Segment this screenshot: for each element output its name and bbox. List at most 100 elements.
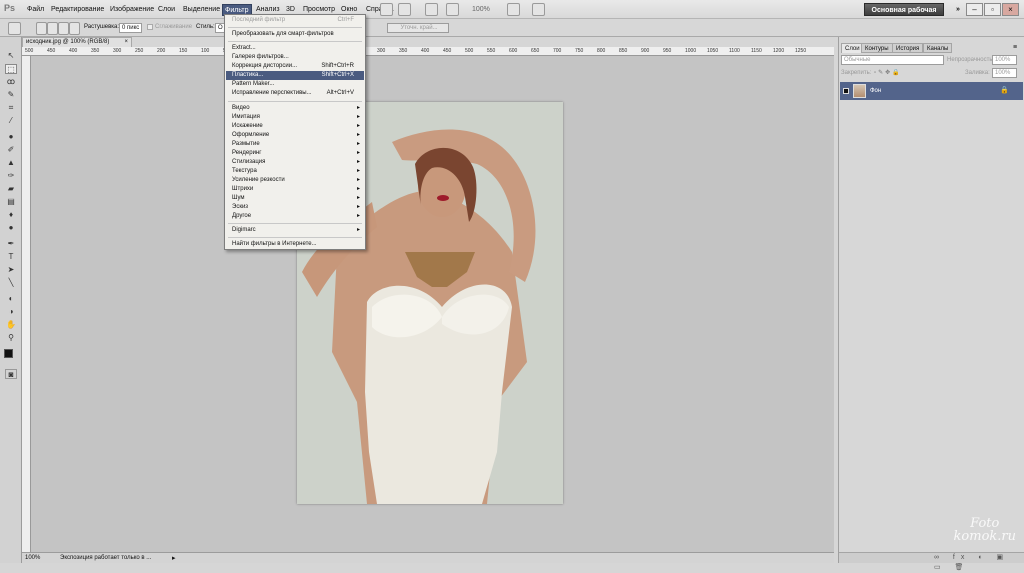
menu-item-blur[interactable]: Размытие ▸ bbox=[226, 140, 364, 149]
minimize-icon[interactable]: – bbox=[966, 3, 983, 16]
extras-icon[interactable] bbox=[425, 3, 438, 16]
menu-layers[interactable]: Слои bbox=[156, 4, 177, 16]
menu-item-render[interactable]: Рендеринг ▸ bbox=[226, 149, 364, 158]
status-bar: 100% Экспозиция работает только в ... ▸ bbox=[22, 552, 834, 563]
menu-item-video[interactable]: Видео ▸ bbox=[226, 104, 364, 113]
layer-row-background[interactable]: Фон 🔒 bbox=[840, 82, 1023, 100]
menu-item-sharpen[interactable]: Усиление резкости ▸ bbox=[226, 176, 364, 185]
dodge-tool-icon[interactable]: ● bbox=[5, 223, 17, 233]
restore-icon[interactable]: ▫ bbox=[984, 3, 1001, 16]
crop-tool-icon[interactable]: ⌗ bbox=[5, 103, 17, 113]
bridge-icon[interactable] bbox=[380, 3, 393, 16]
visibility-eye-icon[interactable] bbox=[843, 88, 849, 94]
ruler-mark: 1150 bbox=[751, 48, 762, 54]
menu-item-digimarc[interactable]: Digimarc ▸ bbox=[226, 226, 364, 235]
tab-history[interactable]: История bbox=[892, 43, 924, 53]
menu-select[interactable]: Выделение bbox=[181, 4, 222, 16]
foreground-color-swatch[interactable] bbox=[4, 349, 13, 358]
refine-edge-button[interactable]: Уточн. край... bbox=[387, 23, 449, 33]
tab-channels[interactable]: Каналы bbox=[923, 43, 953, 53]
lasso-tool-icon[interactable]: ꝏ bbox=[5, 77, 17, 87]
gradient-tool-icon[interactable]: ▤ bbox=[5, 197, 17, 207]
pen-tool-icon[interactable]: ✒ bbox=[5, 239, 17, 249]
menu-item-vanishing-point[interactable]: Исправление перспективы... Alt+Ctrl+V bbox=[226, 89, 364, 98]
menu-item-lens-correction[interactable]: Коррекция дисторсии... Shift+Ctrl+R bbox=[226, 62, 364, 71]
brush-tool-icon[interactable]: ✐ bbox=[5, 145, 17, 155]
healing-brush-tool-icon[interactable]: ● bbox=[5, 132, 17, 142]
quick-selection-tool-icon[interactable]: ✎ bbox=[5, 90, 17, 100]
arrange-icon[interactable] bbox=[446, 3, 459, 16]
eraser-tool-icon[interactable]: ▰ bbox=[5, 184, 17, 194]
add-selection-icon[interactable] bbox=[47, 22, 58, 35]
ruler-mark: 450 bbox=[443, 48, 452, 54]
quick-mask-icon[interactable]: ◙ bbox=[5, 369, 17, 379]
layer-name[interactable]: Фон bbox=[870, 82, 881, 100]
ruler-mark: 950 bbox=[663, 48, 672, 54]
new-selection-icon[interactable] bbox=[36, 22, 47, 35]
more-workspaces-icon[interactable]: » bbox=[954, 4, 962, 16]
3d-rotate-tool-icon[interactable]: ◐ bbox=[5, 294, 17, 304]
ruler-mark: 650 bbox=[531, 48, 540, 54]
menu-item-texture[interactable]: Текстура ▸ bbox=[226, 167, 364, 176]
3d-orbit-tool-icon[interactable]: ◑ bbox=[5, 307, 17, 317]
ruler-mark: 150 bbox=[179, 48, 188, 54]
menu-item-filter-gallery[interactable]: Галерея фильтров... bbox=[226, 53, 364, 62]
menu-item-distort[interactable]: Искажение ▸ bbox=[226, 122, 364, 131]
menu-item-liquify[interactable]: Пластика... Shift+Ctrl+X bbox=[226, 71, 364, 80]
status-zoom[interactable]: 100% bbox=[25, 553, 40, 563]
menu-item-browse-filters-online[interactable]: Найти фильтры в Интернете... bbox=[226, 240, 364, 249]
lock-icons[interactable]: ▫✎✥🔒 bbox=[874, 69, 914, 77]
close-document-icon[interactable]: × bbox=[124, 38, 128, 47]
ruler-mark: 400 bbox=[421, 48, 430, 54]
marquee-tool-preset-icon[interactable] bbox=[8, 22, 21, 35]
path-selection-tool-icon[interactable]: ➤ bbox=[5, 265, 17, 275]
panel-menu-icon[interactable]: ≡ bbox=[1013, 44, 1017, 51]
ruler-mark: 250 bbox=[135, 48, 144, 54]
menu-item-brush-strokes[interactable]: Штрихи ▸ bbox=[226, 185, 364, 194]
fill-input[interactable]: 100% bbox=[992, 68, 1017, 78]
clone-stamp-tool-icon[interactable]: ▲ bbox=[5, 158, 17, 168]
menu-item-stylize-design[interactable]: Оформление ▸ bbox=[226, 131, 364, 140]
blend-mode-select[interactable]: Обычные bbox=[841, 55, 944, 65]
move-tool-icon[interactable]: ↖ bbox=[5, 51, 17, 61]
eyedropper-tool-icon[interactable]: ⁄ bbox=[5, 116, 17, 126]
ruler-mark: 350 bbox=[91, 48, 100, 54]
type-tool-icon[interactable]: T bbox=[5, 252, 17, 262]
menu-item-artistic[interactable]: Имитация ▸ bbox=[226, 113, 364, 122]
mini-bridge-icon[interactable] bbox=[398, 3, 411, 16]
zoom-level[interactable]: 100% bbox=[470, 4, 492, 16]
history-brush-tool-icon[interactable]: ✑ bbox=[5, 171, 17, 181]
marquee-tool-icon[interactable]: ⬚ bbox=[5, 64, 17, 74]
tab-paths[interactable]: Контуры bbox=[861, 43, 893, 53]
ruler-mark: 450 bbox=[47, 48, 56, 54]
menu-item-other[interactable]: Другое ▸ bbox=[226, 212, 364, 221]
hand-tool-icon[interactable]: ✋ bbox=[5, 320, 17, 330]
menu-file[interactable]: Файл bbox=[25, 4, 46, 16]
horizontal-ruler: 5004504003503002502001501005005010015020… bbox=[22, 47, 834, 56]
layers-panel-footer-icons[interactable]: ∞ fx ◐ ▣ ▭ 🗑 bbox=[839, 552, 1024, 571]
options-bar: Растушевка: 0 пикс Сглаживание Стиль: О … bbox=[0, 19, 1024, 37]
menu-item-stylize[interactable]: Стилизация ▸ bbox=[226, 158, 364, 167]
menu-item-pattern-maker[interactable]: Pattern Maker... bbox=[226, 80, 364, 89]
menu-image[interactable]: Изображение bbox=[108, 4, 156, 16]
menu-item-noise[interactable]: Шум ▸ bbox=[226, 194, 364, 203]
shape-tool-icon[interactable]: ╲ bbox=[5, 278, 17, 288]
menu-item-sketch[interactable]: Эскиз ▸ bbox=[226, 203, 364, 212]
feather-input[interactable]: 0 пикс bbox=[119, 23, 142, 33]
arrange-documents-icon[interactable] bbox=[532, 3, 545, 16]
screen-mode-icon[interactable] bbox=[507, 3, 520, 16]
menu-item-smart-filters[interactable]: Преобразовать для смарт-фильтров bbox=[226, 30, 364, 39]
lock-label: Закрепить: bbox=[841, 70, 872, 76]
close-icon[interactable]: × bbox=[1002, 3, 1019, 16]
ruler-mark: 850 bbox=[619, 48, 628, 54]
intersect-selection-icon[interactable] bbox=[69, 22, 80, 35]
zoom-tool-icon[interactable]: ⚲ bbox=[5, 333, 17, 343]
blur-tool-icon[interactable]: ♦ bbox=[5, 210, 17, 220]
subtract-selection-icon[interactable] bbox=[58, 22, 69, 35]
workspace-switcher[interactable]: Основная рабочая среда bbox=[864, 3, 944, 27]
antialias-checkbox[interactable] bbox=[147, 24, 153, 30]
menu-item-extract[interactable]: Extract... bbox=[226, 44, 364, 53]
menu-edit[interactable]: Редактирование bbox=[49, 4, 106, 16]
opacity-input[interactable]: 100% bbox=[992, 55, 1017, 65]
ruler-mark: 900 bbox=[641, 48, 650, 54]
